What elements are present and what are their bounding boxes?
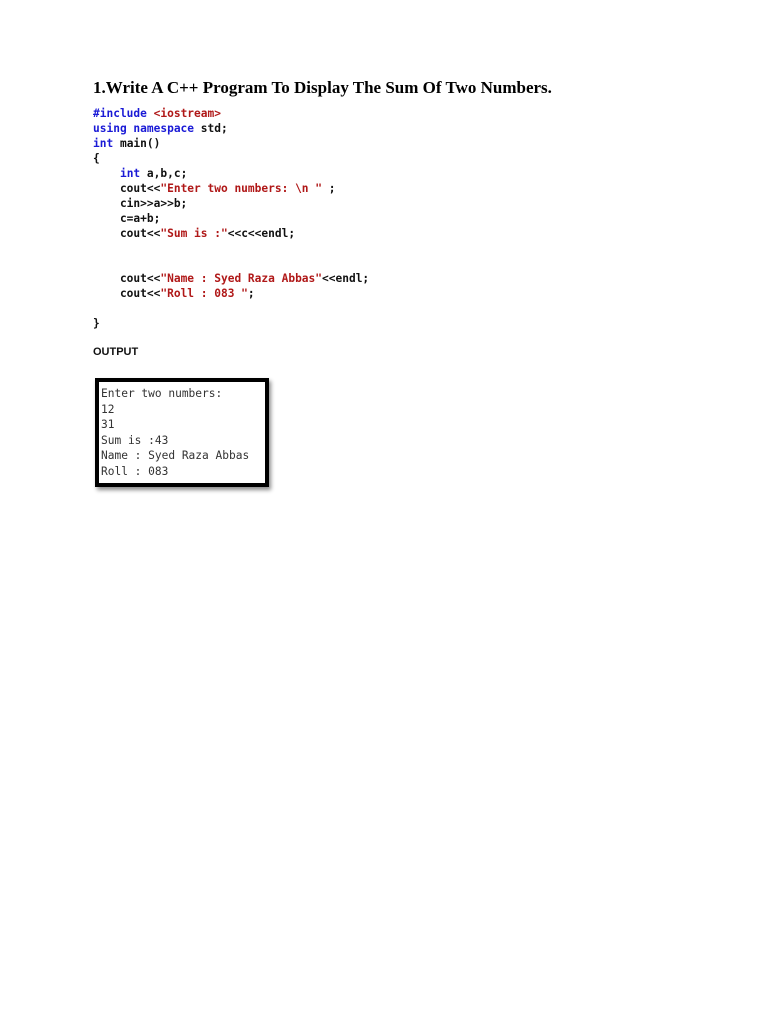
code-listing: #include <iostream> using namespace std; i… — [93, 106, 369, 331]
code-line: int a,b,c; — [93, 166, 369, 181]
code-line: using namespace std; — [93, 121, 369, 136]
code-text: cout<< — [93, 227, 161, 240]
code-string: "Enter two numbers: \n " — [160, 182, 323, 195]
console-line: 31 — [101, 418, 115, 432]
code-text: <<c<<endl; — [227, 227, 296, 240]
console-line: Enter two numbers: — [101, 387, 223, 400]
code-text: main() — [119, 137, 161, 150]
code-text: cout<< — [93, 287, 161, 300]
code-line: c=a+b; — [93, 211, 369, 226]
code-text: c=a+b; — [93, 212, 161, 225]
code-text: cout<< — [93, 272, 161, 285]
code-line: { — [93, 151, 369, 166]
code-line: #include <iostream> — [93, 106, 369, 121]
code-line: cout<<"Enter two numbers: \n " ; — [93, 181, 369, 196]
console-line: Sum is :43 — [101, 433, 169, 447]
code-keyword: using namespace — [93, 122, 201, 135]
code-line: cout<<"Roll : 083 "; — [93, 286, 369, 301]
question-title: 1.Write A C++ Program To Display The Sum… — [93, 78, 552, 97]
code-keyword: int — [119, 167, 147, 180]
code-text: a,b,c; — [146, 167, 188, 180]
code-string: <iostream> — [153, 107, 221, 120]
console-line: Name : Syed Raza Abbas — [101, 449, 250, 463]
code-text: ; — [322, 182, 336, 195]
code-line: } — [93, 316, 369, 331]
code-text: <<endl; — [322, 272, 370, 285]
code-string: "Sum is :" — [160, 227, 228, 240]
code-line: cout<<"Name : Syed Raza Abbas"<<endl; — [93, 271, 369, 286]
output-label: OUTPUT — [93, 346, 139, 358]
console-output-screenshot: Enter two numbers: 12 31 Sum is :43 Name : S… — [95, 378, 269, 487]
code-line: cin>>a>>b; — [93, 196, 369, 211]
document-page: 1.Write A C++ Program To Display The Sum… — [0, 0, 768, 1024]
code-text: ; — [247, 287, 255, 300]
code-text: std; — [200, 122, 228, 135]
code-string: "Roll : 083 " — [160, 287, 248, 300]
code-string: "Name : Syed Raza Abbas" — [160, 272, 323, 285]
code-keyword: int — [93, 137, 120, 150]
code-keyword: #include — [93, 107, 154, 120]
code-text: cout<< — [93, 182, 161, 195]
code-text: { — [93, 152, 100, 165]
console-line: 12 — [101, 402, 115, 416]
console-line: Roll : 083 — [101, 464, 169, 478]
code-text: } — [93, 317, 100, 330]
code-text: cin>>a>>b; — [93, 197, 188, 210]
code-line: int main() — [93, 136, 369, 151]
code-line: cout<<"Sum is :"<<c<<endl; — [93, 226, 369, 241]
